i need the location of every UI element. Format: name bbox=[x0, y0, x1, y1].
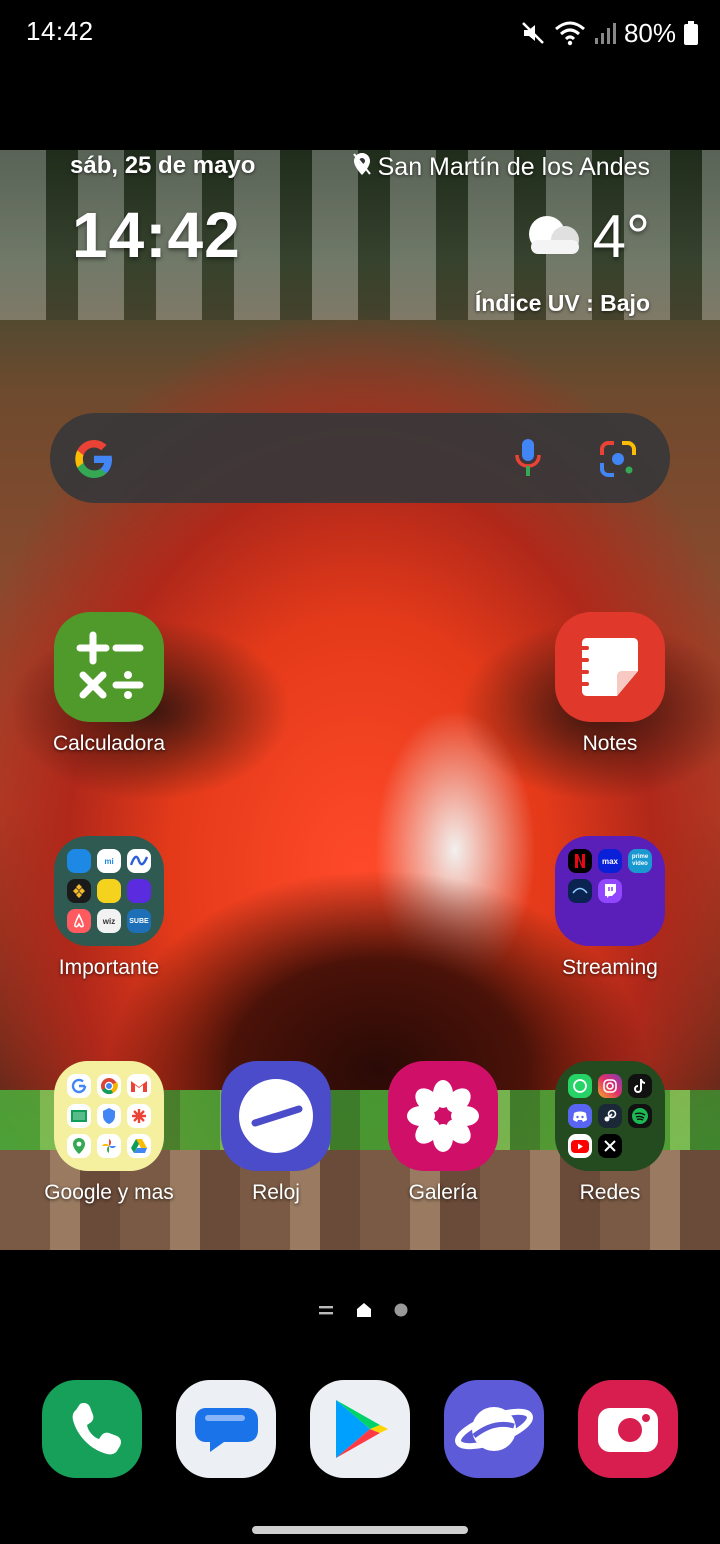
folder-label-streaming: Streaming bbox=[562, 956, 658, 979]
google-g-icon bbox=[72, 437, 116, 486]
page-indicator[interactable] bbox=[318, 1302, 408, 1323]
twitch-icon bbox=[598, 879, 622, 903]
microphone-icon[interactable] bbox=[512, 437, 544, 484]
wifi-icon bbox=[554, 20, 586, 46]
widget-clock[interactable]: 14:42 bbox=[72, 198, 241, 272]
classroom-icon bbox=[67, 1104, 91, 1128]
home-page-icon[interactable] bbox=[356, 1302, 372, 1323]
tiktok-icon bbox=[628, 1074, 652, 1098]
disney-plus-icon bbox=[568, 879, 592, 903]
bank-app-icon bbox=[127, 849, 151, 873]
dock-camera[interactable] bbox=[578, 1380, 678, 1478]
location-off-icon bbox=[352, 152, 372, 183]
chrome-icon bbox=[97, 1074, 121, 1098]
play-store-icon bbox=[310, 1400, 410, 1482]
status-icons: 80% bbox=[520, 14, 698, 52]
folder-label-google: Google y mas bbox=[44, 1181, 174, 1204]
folder-streaming[interactable]: max prime video Streaming bbox=[530, 836, 690, 980]
mi-app-icon: mi bbox=[97, 849, 121, 873]
app-label-galeria: Galería bbox=[408, 1181, 478, 1204]
partly-cloudy-icon bbox=[523, 212, 583, 261]
uv-index: Índice UV : Bajo bbox=[474, 290, 650, 316]
emoji-app-icon bbox=[97, 879, 121, 903]
dock-messages[interactable] bbox=[176, 1380, 276, 1478]
calculator-icon bbox=[54, 612, 164, 722]
folder-streaming-grid: max prime video bbox=[555, 836, 665, 946]
battery-percent: 80% bbox=[623, 17, 676, 48]
page-dot[interactable] bbox=[394, 1303, 408, 1322]
folder-label-redes: Redes bbox=[579, 1181, 641, 1204]
spotify-icon bbox=[628, 1104, 652, 1128]
status-bar: 14:42 80% bbox=[0, 0, 720, 66]
widget-location[interactable]: San Martín de los Andes bbox=[352, 152, 650, 183]
folder-google[interactable]: Google y mas bbox=[29, 1061, 189, 1205]
wiz-icon: wiz bbox=[97, 909, 121, 933]
app-galeria[interactable]: Galería bbox=[363, 1061, 523, 1205]
gallery-flower-icon bbox=[388, 1061, 498, 1171]
google-search-bar[interactable] bbox=[50, 413, 670, 503]
widget-weather[interactable]: 4° bbox=[523, 202, 650, 271]
gesture-nav-handle[interactable] bbox=[252, 1526, 468, 1534]
google-lens-icon[interactable] bbox=[598, 439, 638, 484]
signal-icon bbox=[594, 21, 616, 45]
google-icon bbox=[67, 1074, 91, 1098]
steam-icon bbox=[598, 1104, 622, 1128]
folder-importante-grid: mi wiz SUBE bbox=[54, 836, 164, 946]
folder-label-importante: Importante bbox=[58, 956, 160, 979]
folder-google-grid bbox=[54, 1061, 164, 1171]
max-icon: max bbox=[598, 849, 622, 873]
airbnb-icon bbox=[67, 909, 91, 933]
vpn-icon bbox=[97, 1104, 121, 1128]
maps-icon bbox=[67, 1134, 91, 1158]
page-list-icon[interactable] bbox=[318, 1303, 334, 1322]
messages-icon bbox=[176, 1408, 276, 1482]
camera-icon bbox=[578, 1408, 678, 1482]
discord-icon bbox=[568, 1104, 592, 1128]
notes-icon bbox=[555, 612, 665, 722]
dock-phone[interactable] bbox=[42, 1380, 142, 1478]
netflix-icon bbox=[568, 849, 592, 873]
app-label-notes: Notes bbox=[582, 732, 638, 755]
folder-redes[interactable]: Redes bbox=[530, 1061, 690, 1205]
whatsapp-icon bbox=[568, 1074, 592, 1098]
folder-redes-grid bbox=[555, 1061, 665, 1171]
internet-icon bbox=[444, 1407, 544, 1482]
battery-icon bbox=[684, 21, 698, 45]
status-time: 14:42 bbox=[26, 16, 94, 46]
binance-icon bbox=[67, 879, 91, 903]
photos-asterisk-icon bbox=[127, 1104, 151, 1128]
app-label-reloj: Reloj bbox=[252, 1181, 300, 1204]
mercadopago-icon bbox=[67, 849, 91, 873]
mute-icon bbox=[520, 20, 546, 46]
prime-video-icon: prime video bbox=[628, 849, 652, 873]
sube-icon: SUBE bbox=[127, 909, 151, 933]
dock-internet[interactable] bbox=[444, 1380, 544, 1478]
youtube-icon bbox=[568, 1134, 592, 1158]
app-reloj[interactable]: Reloj bbox=[196, 1061, 356, 1205]
folder-importante[interactable]: mi wiz SUBE Importante bbox=[29, 836, 189, 980]
x-twitter-icon bbox=[598, 1134, 622, 1158]
wallet-app-icon bbox=[127, 879, 151, 903]
drive-icon bbox=[127, 1134, 151, 1158]
app-notes[interactable]: Notes bbox=[530, 612, 690, 756]
app-calculadora[interactable]: Calculadora bbox=[29, 612, 189, 756]
dock-play-store[interactable] bbox=[310, 1380, 410, 1478]
location-label: San Martín de los Andes bbox=[377, 153, 650, 181]
instagram-icon bbox=[598, 1074, 622, 1098]
phone-icon bbox=[42, 1403, 142, 1482]
weather-temperature: 4° bbox=[592, 203, 650, 270]
clock-icon bbox=[221, 1061, 331, 1171]
gmail-icon bbox=[127, 1074, 151, 1098]
widget-date[interactable]: sáb, 25 de mayo bbox=[70, 152, 255, 180]
app-label-calculadora: Calculadora bbox=[52, 732, 166, 755]
google-photos-icon bbox=[97, 1134, 121, 1158]
